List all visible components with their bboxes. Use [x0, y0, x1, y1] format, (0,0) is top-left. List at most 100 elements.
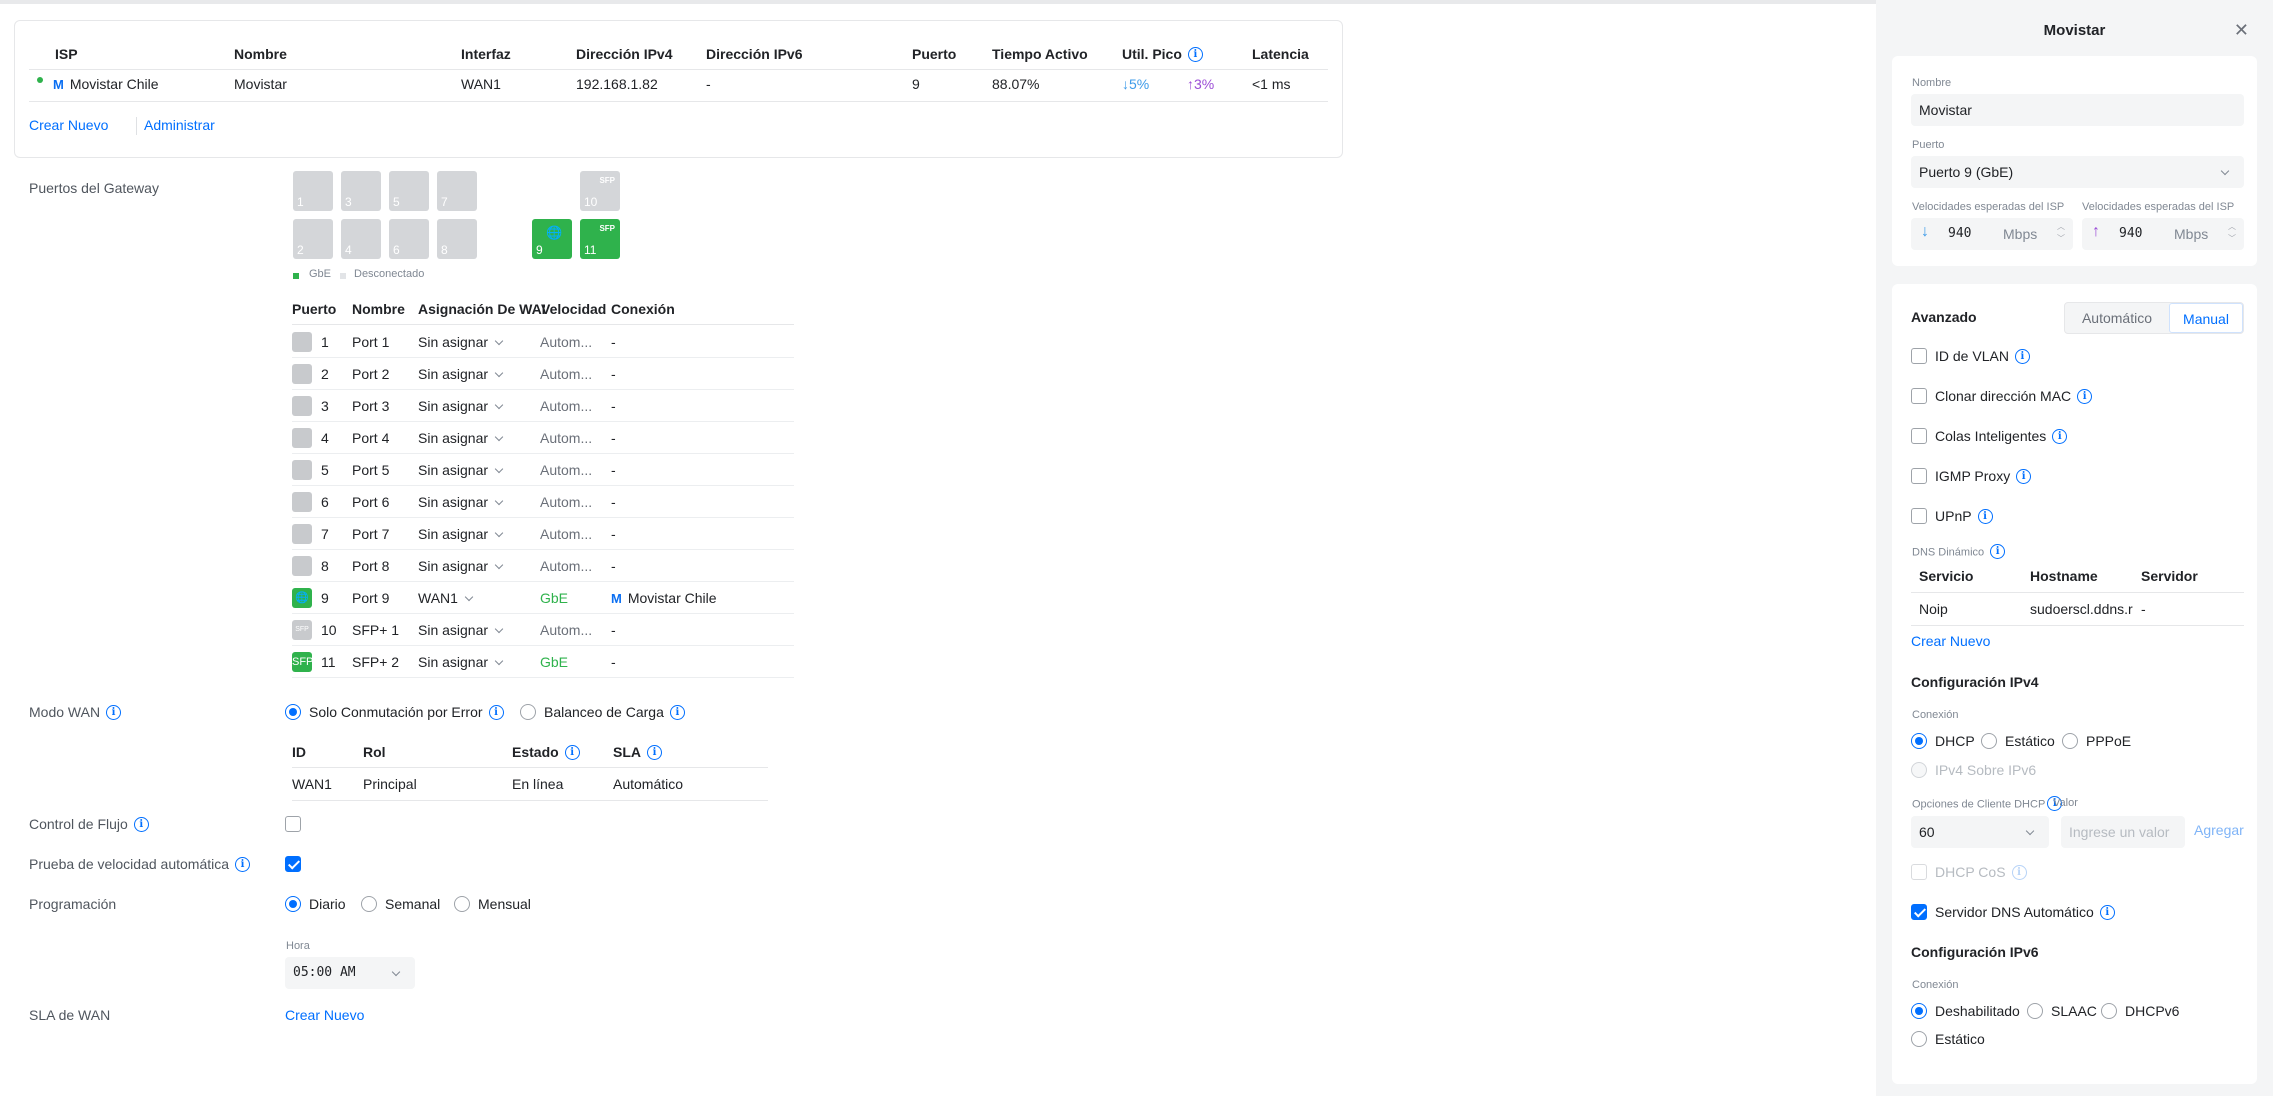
info-icon[interactable]: i: [647, 744, 662, 760]
ipv4-over-ipv6-label[interactable]: IPv4 Sobre IPv6: [1935, 762, 2036, 778]
speed-cell[interactable]: Autom...: [540, 622, 592, 638]
pppoe-radio[interactable]: [2062, 733, 2078, 749]
info-icon[interactable]: i: [564, 744, 580, 760]
isp-header-isp[interactable]: ISP: [55, 46, 78, 64]
failover-radio[interactable]: [285, 704, 301, 720]
hour-select[interactable]: 05:00 AM: [285, 957, 415, 989]
ports-header-wan[interactable]: Asignación De WAN: [418, 301, 545, 317]
stepper-icon[interactable]: ︿ ﹀: [2057, 221, 2065, 245]
static-ipv6-label[interactable]: Estático: [1935, 1031, 1985, 1047]
dhcp-cos-label[interactable]: DHCP CoS i: [1935, 864, 2027, 881]
port-select[interactable]: Puerto 9 (GbE): [1911, 156, 2244, 188]
table-row[interactable]: 6 Port 6 Sin asignar Autom... -: [292, 486, 794, 518]
slaac-radio[interactable]: [2027, 1003, 2043, 1019]
ddns-header-hostname[interactable]: Hostname: [2030, 568, 2098, 584]
stepper-icon[interactable]: ︿ ﹀: [2228, 221, 2236, 245]
ipv4-over-ipv6-radio[interactable]: [1911, 762, 1927, 778]
wan-header-id[interactable]: ID: [292, 744, 306, 760]
static-ipv4-radio[interactable]: [1981, 733, 1997, 749]
static-ipv6-radio[interactable]: [1911, 1031, 1927, 1047]
upnp-label[interactable]: UPnP i: [1935, 508, 1993, 525]
table-row[interactable]: 1 Port 1 Sin asignar Autom... -: [292, 326, 794, 358]
speed-cell[interactable]: Autom...: [540, 334, 592, 350]
isp-manage-link[interactable]: Administrar: [144, 117, 215, 133]
wan-assignment-select[interactable]: Sin asignar: [418, 462, 504, 478]
info-icon[interactable]: i: [2014, 348, 2030, 364]
wan-assignment-select[interactable]: Sin asignar: [418, 654, 504, 670]
info-icon[interactable]: i: [1187, 46, 1203, 62]
load-balance-radio[interactable]: [520, 704, 536, 720]
port-3[interactable]: 3: [341, 171, 381, 211]
info-icon[interactable]: i: [2077, 388, 2093, 404]
isp-create-new-link[interactable]: Crear Nuevo: [29, 117, 108, 133]
wan-assignment-select[interactable]: Sin asignar: [418, 494, 504, 510]
wan-assignment-select[interactable]: Sin asignar: [418, 558, 504, 574]
ddns-create-new-link[interactable]: Crear Nuevo: [1911, 633, 1990, 649]
dhcpv6-label[interactable]: DHCPv6: [2125, 1003, 2179, 1019]
flow-control-checkbox[interactable]: [285, 816, 301, 832]
wan-assignment-select[interactable]: Sin asignar: [418, 366, 504, 382]
speed-cell[interactable]: Autom...: [540, 526, 592, 542]
daily-label[interactable]: Diario: [309, 896, 346, 912]
name-input[interactable]: Movistar: [1911, 94, 2244, 126]
table-row[interactable]: 🌐 9 Port 9 WAN1 GbE M Movistar Chile: [292, 582, 794, 614]
table-row[interactable]: SFP 10 SFP+ 1 Sin asignar Autom... -: [292, 614, 794, 646]
advanced-mode-toggle[interactable]: Automático Manual: [2064, 302, 2244, 334]
dhcp-value-input[interactable]: Ingrese un valor: [2061, 816, 2185, 848]
close-icon[interactable]: ✕: [2234, 20, 2249, 41]
isp-header-ipv4[interactable]: Dirección IPv4: [576, 46, 673, 64]
speed-cell[interactable]: Autom...: [540, 366, 592, 382]
port-11[interactable]: SFP 11: [580, 219, 620, 259]
port-7[interactable]: 7: [437, 171, 477, 211]
dhcpv6-radio[interactable]: [2101, 1003, 2117, 1019]
upnp-checkbox[interactable]: [1911, 508, 1927, 524]
dhcp-option-select[interactable]: 60: [1911, 816, 2049, 848]
ports-header-name[interactable]: Nombre: [352, 301, 405, 317]
wan-assignment-select[interactable]: Sin asignar: [418, 398, 504, 414]
speed-cell[interactable]: GbE: [540, 654, 568, 670]
table-row[interactable]: 3 Port 3 Sin asignar Autom... -: [292, 390, 794, 422]
info-icon[interactable]: i: [2052, 428, 2068, 444]
isp-header-peak[interactable]: Util. Pico i: [1122, 46, 1203, 64]
table-row[interactable]: 7 Port 7 Sin asignar Autom... -: [292, 518, 794, 550]
smart-queues-label[interactable]: Colas Inteligentes i: [1935, 428, 2068, 445]
mac-clone-checkbox[interactable]: [1911, 388, 1927, 404]
igmp-checkbox[interactable]: [1911, 468, 1927, 484]
info-icon[interactable]: i: [133, 816, 149, 832]
info-icon[interactable]: i: [2016, 468, 2032, 484]
info-icon[interactable]: i: [235, 856, 251, 872]
expected-up-input[interactable]: ↑ 940 Mbps ︿ ﹀: [2082, 218, 2244, 250]
ddns-header-server[interactable]: Servidor: [2141, 568, 2198, 584]
failover-label[interactable]: Solo Conmutación por Error i: [309, 704, 504, 721]
auto-dns-checkbox[interactable]: [1911, 904, 1927, 920]
wan-assignment-select[interactable]: Sin asignar: [418, 526, 504, 542]
wan-assignment-select[interactable]: WAN1: [418, 590, 474, 606]
expected-down-input[interactable]: ↓ 940 Mbps ︿ ﹀: [1911, 218, 2073, 250]
isp-header-latency[interactable]: Latencia: [1252, 46, 1318, 64]
info-icon[interactable]: i: [2011, 864, 2027, 880]
auto-option[interactable]: Automático: [2065, 303, 2169, 333]
slaac-label[interactable]: SLAAC: [2051, 1003, 2097, 1019]
speed-cell[interactable]: GbE: [540, 590, 568, 606]
weekly-label[interactable]: Semanal: [385, 896, 440, 912]
speed-cell[interactable]: Autom...: [540, 494, 592, 510]
isp-header-port[interactable]: Puerto: [912, 46, 956, 64]
ipv6-disabled-radio[interactable]: [1911, 1003, 1927, 1019]
port-6[interactable]: 6: [389, 219, 429, 259]
mac-clone-label[interactable]: Clonar dirección MAC i: [1935, 388, 2093, 405]
wan-header-sla[interactable]: SLA i: [613, 744, 662, 761]
ports-header-connection[interactable]: Conexión: [611, 301, 675, 317]
table-row[interactable]: 5 Port 5 Sin asignar Autom... -: [292, 454, 794, 486]
monthly-radio[interactable]: [454, 896, 470, 912]
igmp-label[interactable]: IGMP Proxy i: [1935, 468, 2032, 485]
info-icon[interactable]: i: [2099, 904, 2115, 920]
dhcp-label[interactable]: DHCP: [1935, 733, 1975, 749]
port-1[interactable]: 1: [293, 171, 333, 211]
weekly-radio[interactable]: [361, 896, 377, 912]
vlan-checkbox[interactable]: [1911, 348, 1927, 364]
port-5[interactable]: 5: [389, 171, 429, 211]
wan-assignment-select[interactable]: Sin asignar: [418, 622, 504, 638]
add-button[interactable]: Agregar: [2194, 822, 2244, 838]
info-icon[interactable]: i: [488, 704, 504, 720]
auto-dns-label[interactable]: Servidor DNS Automático i: [1935, 904, 2115, 921]
